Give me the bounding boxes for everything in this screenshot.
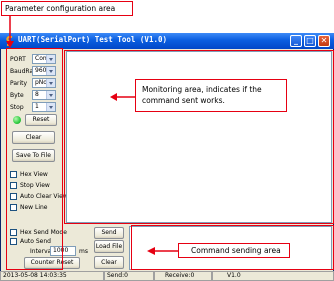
minimize-button[interactable]: _ [290,35,302,47]
send-button[interactable]: Send [94,227,124,239]
parameter-area-highlight [6,48,63,270]
status-send-count: Send:0 [104,271,154,281]
load-file-button[interactable]: Load File [94,240,124,253]
parameter-arrow-icon [6,16,14,48]
clear-send-button[interactable]: Clear [94,256,124,269]
status-receive-count: Receive:0 [154,271,212,281]
window-title: UART(SerialPort) Test Tool (V1.0) [18,35,168,44]
monitor-area-highlight [64,50,334,224]
close-button[interactable]: ✕ [318,35,330,47]
command-area-callout: Command sending area [178,243,290,258]
status-datetime: 2013-05-08 14:03:35 [0,271,104,281]
parameter-area-callout: Parameter configuration area [1,1,133,16]
status-version: V1.0 [212,271,334,281]
monitor-arrow-icon [110,93,135,101]
command-arrow-icon [147,247,178,255]
monitor-area-callout: Monitoring area, indicates if the comman… [135,79,287,112]
interval-unit: ms [79,248,88,255]
maximize-button[interactable]: □ [304,35,316,47]
